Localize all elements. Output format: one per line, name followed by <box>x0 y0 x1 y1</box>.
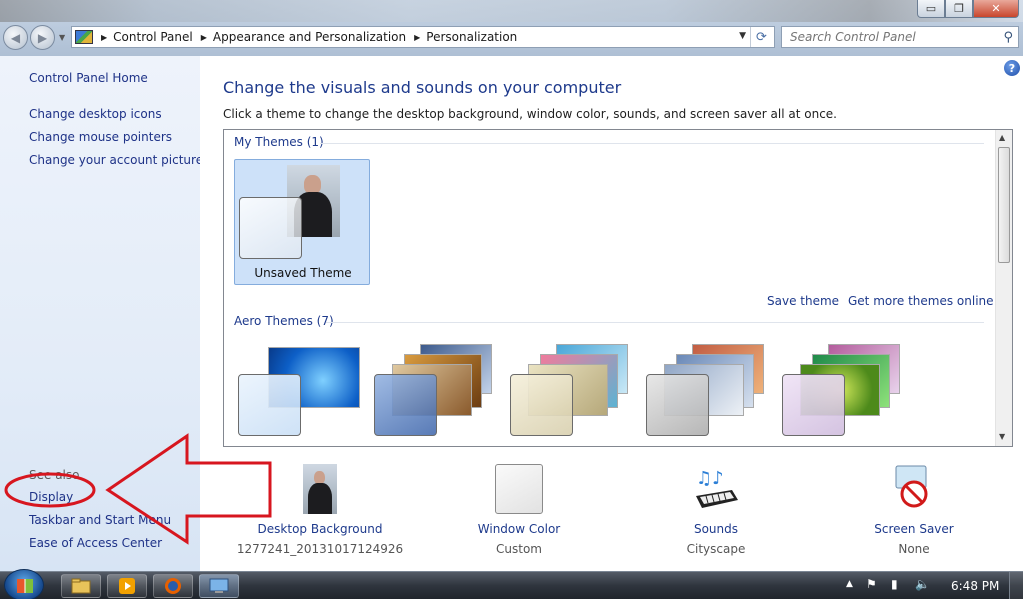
theme-list-scrollbar[interactable]: ▲ ▼ <box>995 130 1012 446</box>
sidebar-change-desktop-icons[interactable]: Change desktop icons <box>29 107 162 121</box>
window-title-bar: ▭ ❐ ✕ ◀ ▶ ▼ ▶ Control Panel ▶ Appearance… <box>0 0 1023 56</box>
theme-color-swatch <box>238 374 301 436</box>
address-bar[interactable]: ▶ Control Panel ▶ Appearance and Persona… <box>71 26 775 48</box>
desktop-background-label[interactable]: Desktop Background <box>230 522 410 536</box>
minimize-button[interactable]: ▭ <box>917 0 945 18</box>
firefox-icon[interactable] <box>153 574 193 598</box>
sounds-item[interactable]: ♫♪ Sounds Cityscape <box>626 464 806 556</box>
window-color-icon <box>495 464 543 514</box>
theme-color-swatch <box>239 197 302 259</box>
scroll-thumb[interactable] <box>998 147 1010 263</box>
desktop-background-item[interactable]: Desktop Background 1277241_2013101712492… <box>230 464 410 556</box>
volume-icon[interactable]: 🔈 <box>915 577 930 591</box>
sidebar-control-panel-home[interactable]: Control Panel Home <box>29 71 148 85</box>
get-more-themes-link[interactable]: Get more themes online <box>848 294 994 308</box>
sounds-value: Cityscape <box>686 542 746 556</box>
network-icon[interactable]: ▮ <box>891 577 898 591</box>
screen-saver-icon <box>890 464 938 514</box>
sidebar-ease-of-access[interactable]: Ease of Access Center <box>29 536 162 550</box>
breadcrumb-control-panel[interactable]: Control Panel <box>113 30 193 44</box>
aero-themes-header[interactable]: Aero Themes (7) <box>234 314 334 328</box>
taskbar: ▲ ⚑ ▮ 🔈 6:48 PM <box>0 569 1023 599</box>
group-divider <box>326 322 984 323</box>
group-divider <box>320 143 984 144</box>
sounds-icon: ♫♪ <box>692 464 740 514</box>
my-themes-header[interactable]: My Themes (1) <box>234 135 324 149</box>
theme-list[interactable]: My Themes (1) Unsaved Theme Save theme G… <box>223 129 1013 447</box>
window-color-label[interactable]: Window Color <box>429 522 609 536</box>
scroll-down-icon[interactable]: ▼ <box>999 432 1005 441</box>
chevron-right-icon[interactable]: ▶ <box>201 33 207 42</box>
main-content: ? Change the visuals and sounds on your … <box>200 56 1023 571</box>
maximize-button[interactable]: ❐ <box>945 0 973 18</box>
close-button[interactable]: ✕ <box>973 0 1019 18</box>
wallpaper-strip <box>0 0 1023 22</box>
forward-arrow-icon[interactable]: ▶ <box>30 25 55 50</box>
window-controls: ▭ ❐ ✕ <box>917 0 1019 18</box>
control-panel-icon[interactable] <box>199 574 239 598</box>
help-icon[interactable]: ? <box>1004 60 1020 76</box>
theme-color-swatch <box>782 374 845 436</box>
screen-saver-label[interactable]: Screen Saver <box>824 522 1004 536</box>
back-arrow-icon[interactable]: ◀ <box>3 25 28 50</box>
clock[interactable]: 6:48 PM <box>951 579 999 593</box>
show-hidden-icons-icon[interactable]: ▲ <box>846 579 853 589</box>
window-color-value: Custom <box>496 542 542 556</box>
sidebar-display[interactable]: Display <box>29 490 73 504</box>
page-title: Change the visuals and sounds on your co… <box>223 78 622 97</box>
sidebar-change-mouse-pointers[interactable]: Change mouse pointers <box>29 130 172 144</box>
desktop-background-icon <box>303 464 337 514</box>
sounds-label[interactable]: Sounds <box>626 522 806 536</box>
navigation-bar: ◀ ▶ ▼ ▶ Control Panel ▶ Appearance and P… <box>0 24 1023 52</box>
media-player-icon[interactable] <box>107 574 147 598</box>
address-dropdown-icon[interactable]: ▼ <box>739 31 746 41</box>
search-input[interactable] <box>790 30 990 44</box>
desktop-background-value: 1277241_20131017124926 <box>236 542 404 556</box>
theme-name: Unsaved Theme <box>254 266 352 280</box>
control-panel-icon <box>75 30 93 44</box>
show-desktop-button[interactable] <box>1009 572 1023 599</box>
window-color-item[interactable]: Window Color Custom <box>429 464 609 556</box>
see-also-heading: See also <box>29 468 80 482</box>
recent-pages-dropdown-icon[interactable]: ▼ <box>59 33 65 42</box>
explorer-icon[interactable] <box>61 574 101 598</box>
breadcrumb-personalization[interactable]: Personalization <box>426 30 517 44</box>
save-theme-link[interactable]: Save theme <box>767 294 839 308</box>
action-center-icon[interactable]: ⚑ <box>866 577 877 591</box>
sidebar-change-account-picture[interactable]: Change your account picture <box>29 153 203 167</box>
theme-color-swatch <box>510 374 573 436</box>
refresh-icon[interactable]: ⟳ <box>750 27 772 47</box>
screen-saver-value: None <box>898 542 930 556</box>
page-description: Click a theme to change the desktop back… <box>223 107 837 121</box>
start-button[interactable] <box>4 569 44 599</box>
sidebar-taskbar-start-menu[interactable]: Taskbar and Start Menu <box>29 513 171 527</box>
search-icon[interactable]: ⚲ <box>1003 30 1013 45</box>
breadcrumb-appearance[interactable]: Appearance and Personalization <box>213 30 406 44</box>
theme-color-swatch <box>374 374 437 436</box>
windows-logo-icon <box>17 579 33 593</box>
chevron-right-icon[interactable]: ▶ <box>101 33 107 42</box>
theme-unsaved[interactable]: Unsaved Theme <box>234 159 370 285</box>
sidebar: Control Panel Home Change desktop icons … <box>0 56 203 571</box>
svg-text:♫♪: ♫♪ <box>696 468 724 489</box>
search-box[interactable]: ⚲ <box>781 26 1019 48</box>
theme-color-swatch <box>646 374 709 436</box>
chevron-right-icon[interactable]: ▶ <box>414 33 420 42</box>
screen-saver-item[interactable]: Screen Saver None <box>824 464 1004 556</box>
scroll-up-icon[interactable]: ▲ <box>999 133 1005 142</box>
